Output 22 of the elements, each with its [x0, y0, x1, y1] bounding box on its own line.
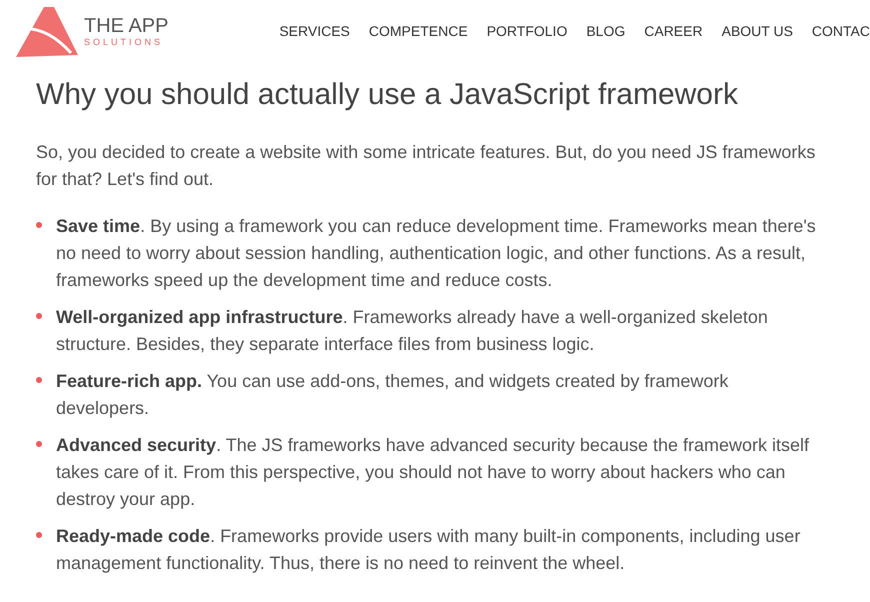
- bullet-text: Feature-rich app. You can use add-ons, themes, and widgets created by framework developers.: [56, 370, 730, 420]
- bullet-text: Ready-made code. Frameworks provide users with many built-in components, including user management functionality. Thus, there is no need to reinvent the wheel.: [56, 525, 802, 575]
- bullet-text: Advanced security. The JS frameworks have advanced security because the framework itself takes care of it. From this perspective, you should not have to worry about hackers who can destroy your app.: [56, 434, 810, 511]
- nav-link[interactable]: SERVICES: [279, 20, 350, 42]
- nav-link[interactable]: ABOUT US: [722, 20, 793, 42]
- bullet-text: Save time. By using a framework you can reduce development time. Frameworks mean there's no need to worry about session handling, authentication logic, and other functions. As a result, frameworks speed up the development time and reduce costs.: [56, 215, 817, 292]
- bullet-icon: [36, 377, 42, 383]
- intro-paragraph: So, you decided to create a website with some intricate features. But, do you need JS frameworks for that? Let's find out.: [36, 141, 816, 191]
- bullet-icon: [36, 313, 42, 319]
- logo-title: THE APP: [84, 16, 168, 36]
- nav-link[interactable]: CONTAC: [812, 20, 870, 42]
- bullet-icon: [36, 441, 42, 447]
- bullet-icon: [36, 532, 42, 538]
- nav-link[interactable]: CAREER: [644, 20, 703, 42]
- bullet-text: Well-organized app infrastructure. Frameworks already have a well-organized skeleton structure. Besides, they separate interface files from business logic.: [56, 306, 769, 356]
- nav-link[interactable]: PORTFOLIO: [486, 20, 568, 42]
- article-heading: Why you should actually use a JavaScript framework: [36, 77, 739, 113]
- nav-link[interactable]: COMPETENCE: [368, 20, 468, 42]
- logo-subtitle: SOLUTIONS: [84, 38, 164, 46]
- nav-link[interactable]: BLOG: [586, 20, 626, 42]
- bullet-icon: [36, 222, 42, 228]
- logo-icon: [16, 5, 78, 57]
